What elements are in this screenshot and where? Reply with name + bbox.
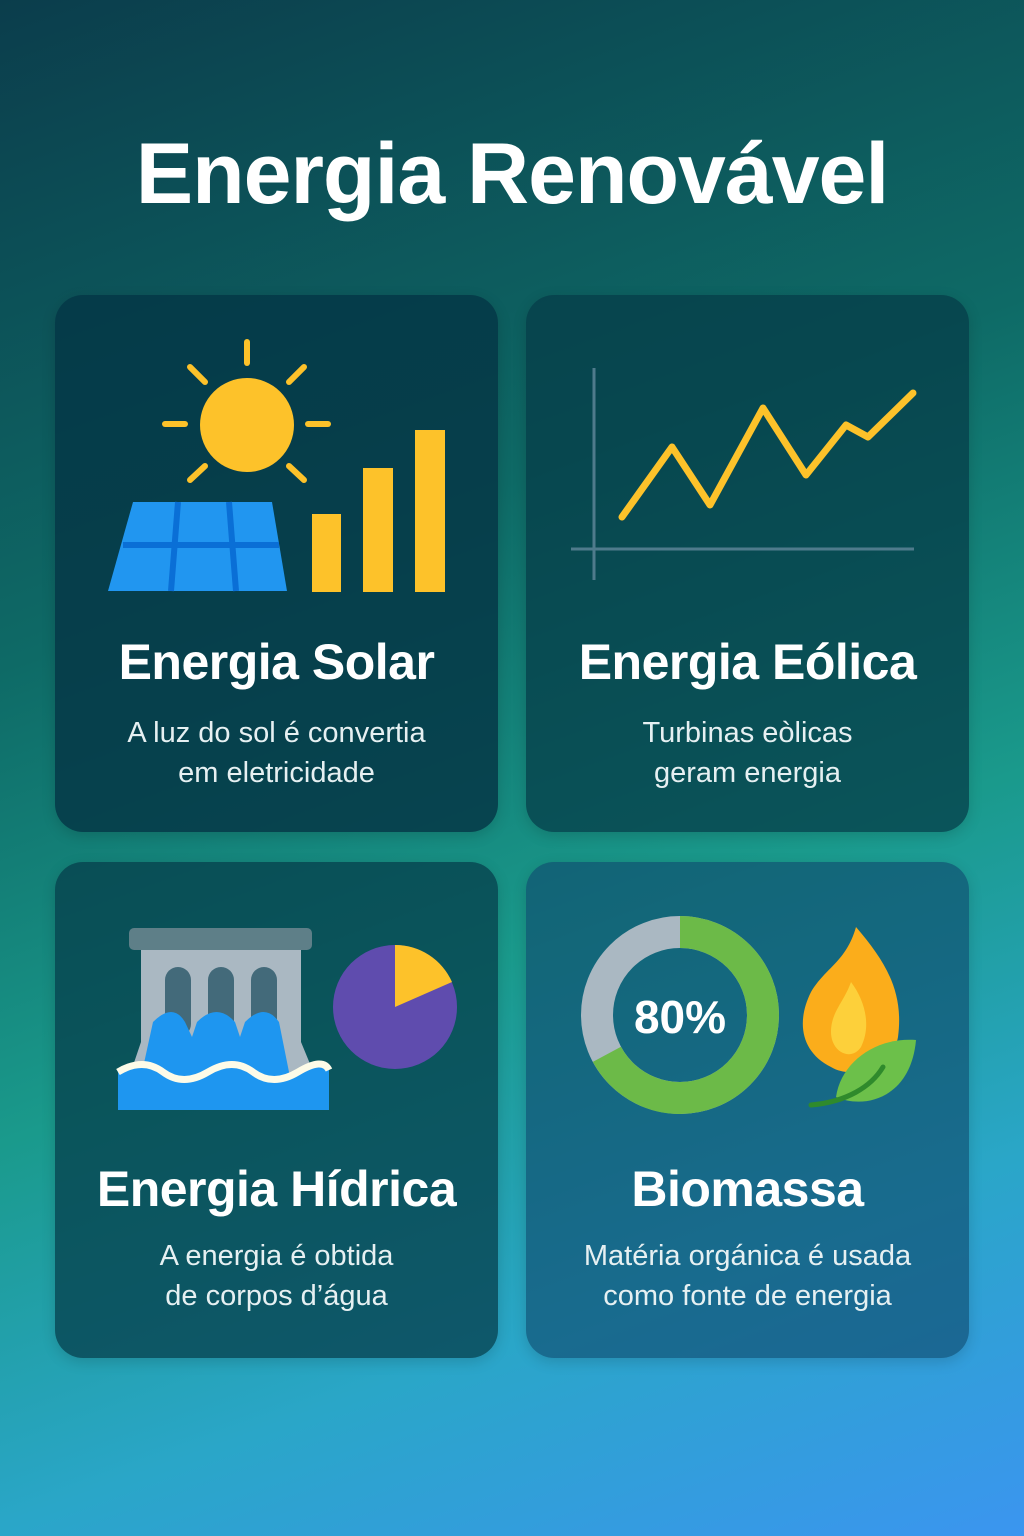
dam-icon [116,928,333,1110]
card-biomass: 80% Biomassa Matéria orgánica é usada com… [526,862,969,1358]
card-description: A energia é obtida de corpos d’água [159,1240,394,1312]
card-title: Biomassa [631,1161,864,1217]
card-title: Energia Solar [118,634,435,690]
card-wind: Energia Eólica Turbinas eòlicas geram ene… [526,295,969,832]
bar-chart-icon [312,430,445,592]
card-description: Matéria orgánica é usada como fonte de en… [583,1240,912,1312]
card-description: Turbinas eòlicas geram energia [642,717,853,789]
page-title: Energia Renovável [135,126,890,222]
card-title: Energia Eólica [578,634,917,690]
card-title: Energia Hídrica [96,1161,457,1217]
solar-panel-icon [108,501,287,592]
card-description: A luz do sol é convertia em eletricidade [127,717,426,789]
line-chart-icon [571,368,917,580]
sun-icon [162,339,331,483]
card-solar: Energia Solar A luz do sol é convertia em… [55,295,498,832]
donut-percent-label: 80% [633,991,727,1043]
hydro-illustration [116,928,457,1110]
card-hydro: Energia Hídrica A energia é obtida de cor… [55,862,498,1358]
pie-chart-icon [333,944,457,1069]
solar-illustration [108,339,445,592]
